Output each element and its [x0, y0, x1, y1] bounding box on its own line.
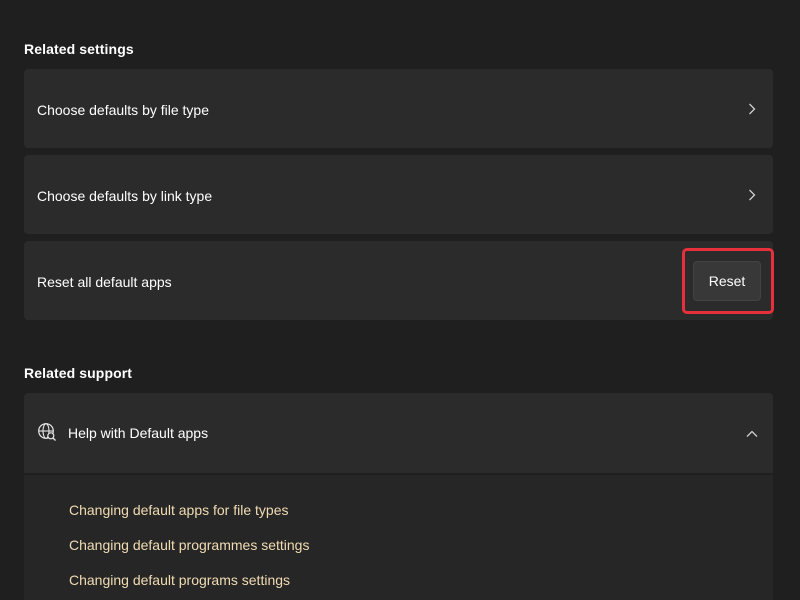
reset-default-apps-item: Reset all default apps — [24, 241, 773, 320]
choose-defaults-file-type-label: Choose defaults by file type — [37, 102, 209, 118]
reset-default-apps-label: Reset all default apps — [37, 274, 172, 290]
help-default-apps-label: Help with Default apps — [68, 425, 209, 441]
chevron-right-icon — [745, 188, 759, 202]
choose-defaults-file-type-item[interactable]: Choose defaults by file type — [24, 69, 773, 148]
choose-defaults-link-type-label: Choose defaults by link type — [37, 188, 213, 204]
related-support-title: Related support — [24, 365, 133, 381]
chevron-up-icon[interactable] — [745, 426, 759, 440]
help-default-apps-header[interactable]: Help with Default apps — [24, 393, 773, 473]
choose-defaults-link-type-item[interactable]: Choose defaults by link type — [24, 155, 773, 234]
reset-button[interactable]: Reset — [693, 261, 761, 301]
help-link-programs-settings[interactable]: Changing default programs settings — [69, 572, 290, 588]
help-link-programmes-settings[interactable]: Changing default programmes settings — [69, 537, 309, 553]
globe-search-icon — [37, 422, 57, 442]
settings-page: Related settings Choose defaults by file… — [0, 0, 800, 600]
help-link-file-types[interactable]: Changing default apps for file types — [69, 502, 288, 518]
help-default-apps-content: Changing default apps for file types Cha… — [24, 475, 773, 600]
related-settings-title: Related settings — [24, 41, 134, 57]
chevron-right-icon — [745, 102, 759, 116]
